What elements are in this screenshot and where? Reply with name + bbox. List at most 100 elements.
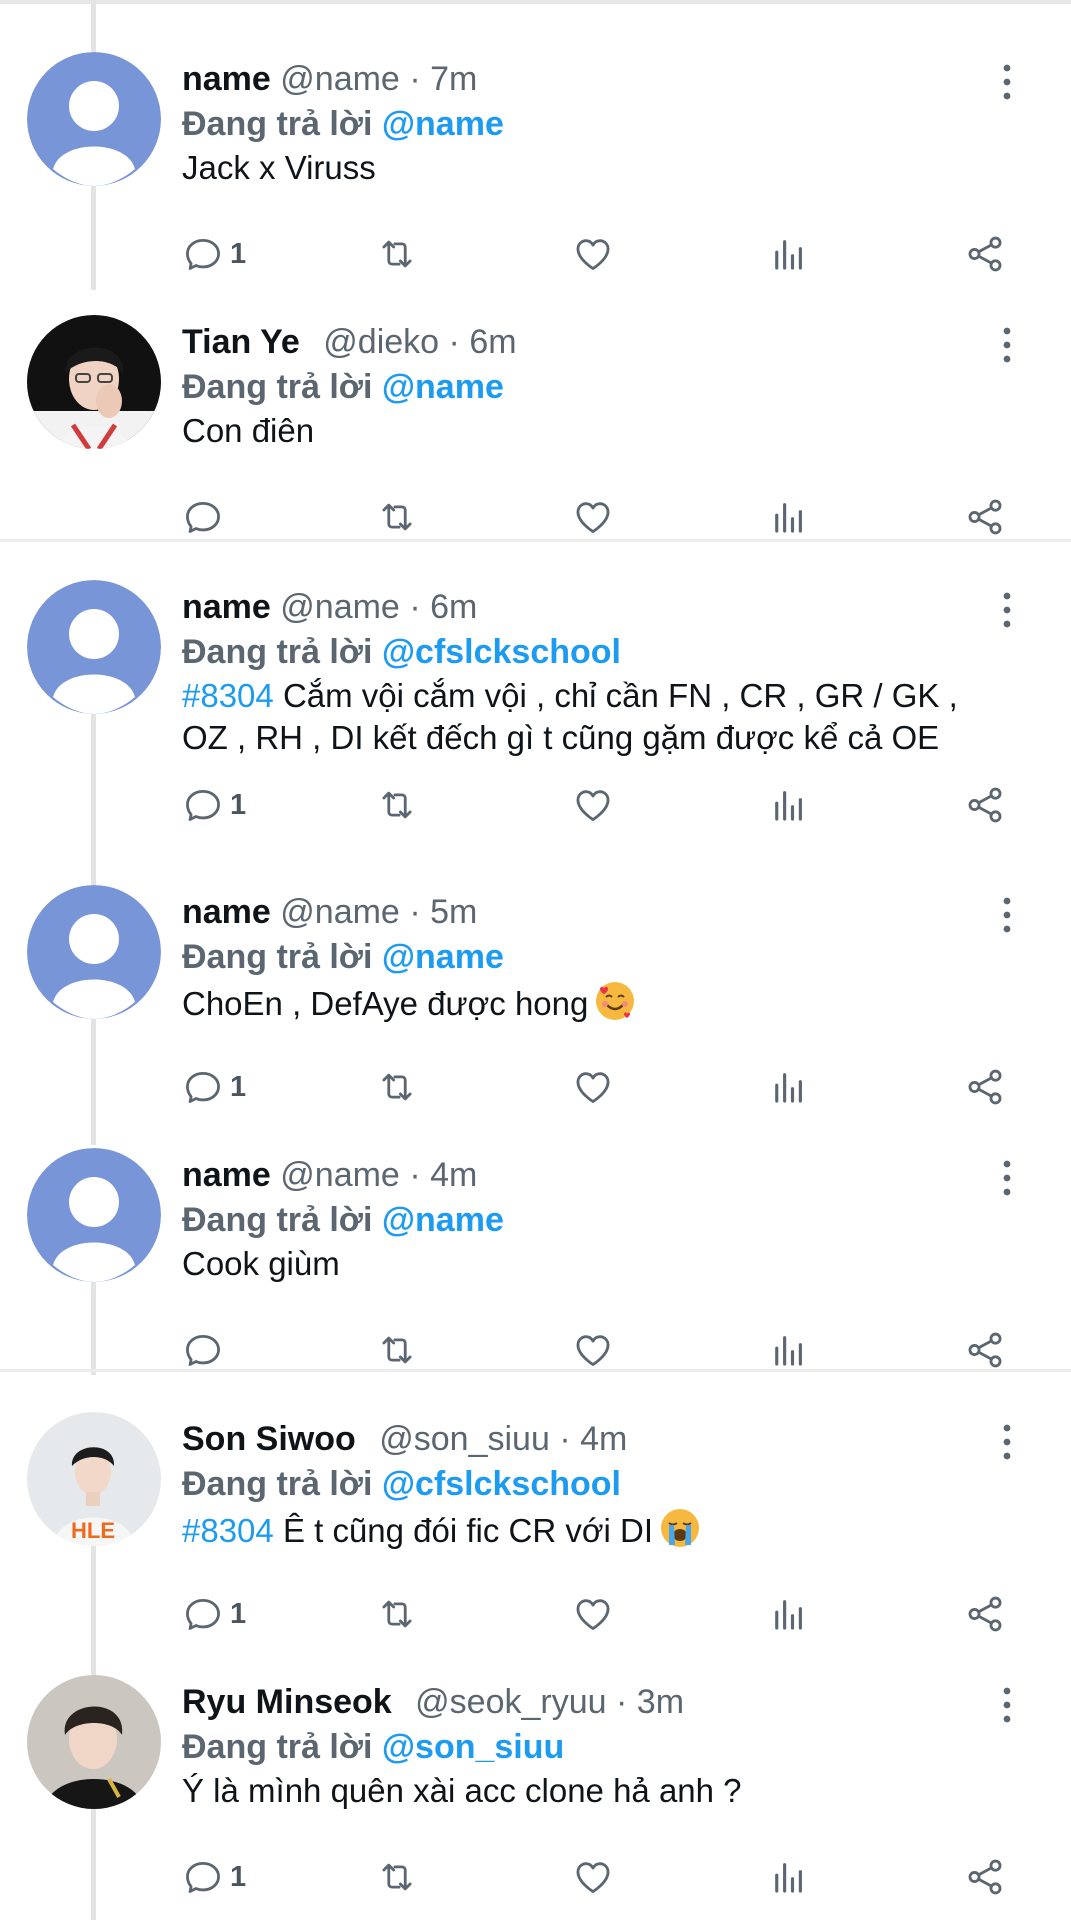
- reply-target-link[interactable]: @son_siuu: [382, 1728, 564, 1766]
- reply-button[interactable]: [182, 492, 224, 542]
- more-icon[interactable]: [995, 1158, 1019, 1198]
- user-handle[interactable]: @name: [280, 588, 400, 626]
- reply-target-link[interactable]: @name: [382, 938, 504, 976]
- display-name[interactable]: Tian Ye: [182, 323, 300, 361]
- tweet-actions: [182, 1325, 1022, 1375]
- like-button[interactable]: [572, 780, 614, 830]
- stats-button[interactable]: [768, 1589, 810, 1639]
- reply-target-link[interactable]: @name: [382, 105, 504, 143]
- default-avatar[interactable]: [27, 580, 161, 714]
- default-avatar[interactable]: [27, 885, 161, 1019]
- like-button[interactable]: [572, 492, 614, 542]
- tweet-item[interactable]: name @name · 7m Đang trả lời @name Jack x …: [0, 22, 1071, 284]
- retweet-button[interactable]: [376, 780, 418, 830]
- avatar-photo[interactable]: HLE: [27, 1412, 161, 1546]
- timestamp[interactable]: 4m: [430, 1156, 477, 1194]
- hashtag-link[interactable]: #8304: [182, 677, 274, 714]
- reply-button[interactable]: 1: [182, 1062, 246, 1112]
- reply-button[interactable]: 1: [182, 229, 246, 279]
- tweet-body: Cook giùm: [182, 1245, 340, 1282]
- timestamp[interactable]: 4m: [580, 1420, 627, 1458]
- user-handle[interactable]: @seok_ryuu: [415, 1683, 606, 1721]
- retweet-button[interactable]: [376, 1062, 418, 1112]
- reply-count: 1: [230, 1860, 247, 1893]
- share-button[interactable]: [964, 1852, 1006, 1902]
- timestamp[interactable]: 3m: [637, 1683, 684, 1721]
- reply-button[interactable]: 1: [182, 780, 246, 830]
- user-handle[interactable]: @name: [280, 60, 400, 98]
- retweet-button[interactable]: [376, 492, 418, 542]
- retweet-button[interactable]: [376, 1852, 418, 1902]
- tweet-actions: 1: [182, 229, 1022, 279]
- more-icon[interactable]: [995, 895, 1019, 935]
- retweet-icon: [376, 1856, 418, 1898]
- stats-button[interactable]: [768, 1325, 810, 1375]
- stats-button[interactable]: [768, 229, 810, 279]
- timestamp[interactable]: 6m: [469, 323, 516, 361]
- display-name[interactable]: Ryu Minseok: [182, 1683, 392, 1721]
- stats-button[interactable]: [768, 780, 810, 830]
- reply-target-link[interactable]: @name: [382, 368, 504, 406]
- like-button[interactable]: [572, 1589, 614, 1639]
- tweet-item[interactable]: name @name · 6m Đang trả lời @cfslckschoo…: [0, 550, 1071, 823]
- share-icon: [964, 784, 1006, 826]
- tweet-actions: [182, 492, 1022, 542]
- more-icon[interactable]: [995, 1685, 1019, 1725]
- more-icon[interactable]: [995, 1422, 1019, 1462]
- reply-target-link[interactable]: @cfslckschool: [382, 633, 621, 671]
- stats-icon: [768, 784, 810, 826]
- display-name[interactable]: name: [182, 60, 271, 98]
- timestamp[interactable]: 5m: [430, 893, 477, 931]
- user-handle[interactable]: @name: [280, 1156, 400, 1194]
- like-button[interactable]: [572, 1325, 614, 1375]
- reply-prefix: Đang trả lời: [182, 368, 382, 406]
- default-avatar[interactable]: [27, 1148, 161, 1282]
- like-button[interactable]: [572, 229, 614, 279]
- tweet-item[interactable]: name @name · 5m Đang trả lời @name ChoEn ,…: [0, 855, 1071, 1117]
- user-handle[interactable]: @son_siuu: [379, 1420, 550, 1458]
- like-button[interactable]: [572, 1852, 614, 1902]
- share-button[interactable]: [964, 492, 1006, 542]
- display-name[interactable]: name: [182, 588, 271, 626]
- display-name[interactable]: name: [182, 1156, 271, 1194]
- like-button[interactable]: [572, 1062, 614, 1112]
- reply-target-link[interactable]: @cfslckschool: [382, 1465, 621, 1503]
- share-icon: [964, 233, 1006, 275]
- more-icon[interactable]: [995, 590, 1019, 630]
- reply-button[interactable]: 1: [182, 1852, 246, 1902]
- share-button[interactable]: [964, 229, 1006, 279]
- tweet-item[interactable]: Ryu Minseok @seok_ryuu · 3m Đang trả lời …: [0, 1645, 1071, 1907]
- tweet-body: Ý là mình quên xài acc clone hả anh ?: [182, 1772, 742, 1809]
- tweet-item[interactable]: HLE Son Siwoo @son_siuu · 4m Đang trả lời …: [0, 1382, 1071, 1644]
- reply-icon: [182, 1066, 224, 1108]
- display-name[interactable]: name: [182, 893, 271, 931]
- retweet-button[interactable]: [376, 1325, 418, 1375]
- avatar-photo[interactable]: [27, 1675, 161, 1809]
- user-handle[interactable]: @dieko: [323, 323, 439, 361]
- retweet-button[interactable]: [376, 1589, 418, 1639]
- share-icon: [964, 1329, 1006, 1371]
- share-button[interactable]: [964, 780, 1006, 830]
- reply-button[interactable]: [182, 1325, 224, 1375]
- user-handle[interactable]: @name: [280, 893, 400, 931]
- default-avatar[interactable]: [27, 52, 161, 186]
- share-button[interactable]: [964, 1062, 1006, 1112]
- timestamp[interactable]: 7m: [430, 60, 477, 98]
- timestamp[interactable]: 6m: [430, 588, 477, 626]
- share-button[interactable]: [964, 1589, 1006, 1639]
- stats-button[interactable]: [768, 1062, 810, 1112]
- tweet-header: Son Siwoo @son_siuu · 4m: [182, 1419, 627, 1459]
- reply-button[interactable]: 1: [182, 1589, 246, 1639]
- share-button[interactable]: [964, 1325, 1006, 1375]
- reply-target-link[interactable]: @name: [382, 1201, 504, 1239]
- tweet-item[interactable]: Tian Ye @dieko · 6m Đang trả lời @name Con…: [0, 285, 1071, 547]
- stats-button[interactable]: [768, 1852, 810, 1902]
- more-icon[interactable]: [995, 325, 1019, 365]
- display-name[interactable]: Son Siwoo: [182, 1420, 356, 1458]
- retweet-button[interactable]: [376, 229, 418, 279]
- stats-button[interactable]: [768, 492, 810, 542]
- tweet-item[interactable]: name @name · 4m Đang trả lời @name Cook gi…: [0, 1118, 1071, 1380]
- more-icon[interactable]: [995, 62, 1019, 102]
- avatar-photo[interactable]: [27, 315, 161, 449]
- hashtag-link[interactable]: #8304: [182, 1512, 274, 1549]
